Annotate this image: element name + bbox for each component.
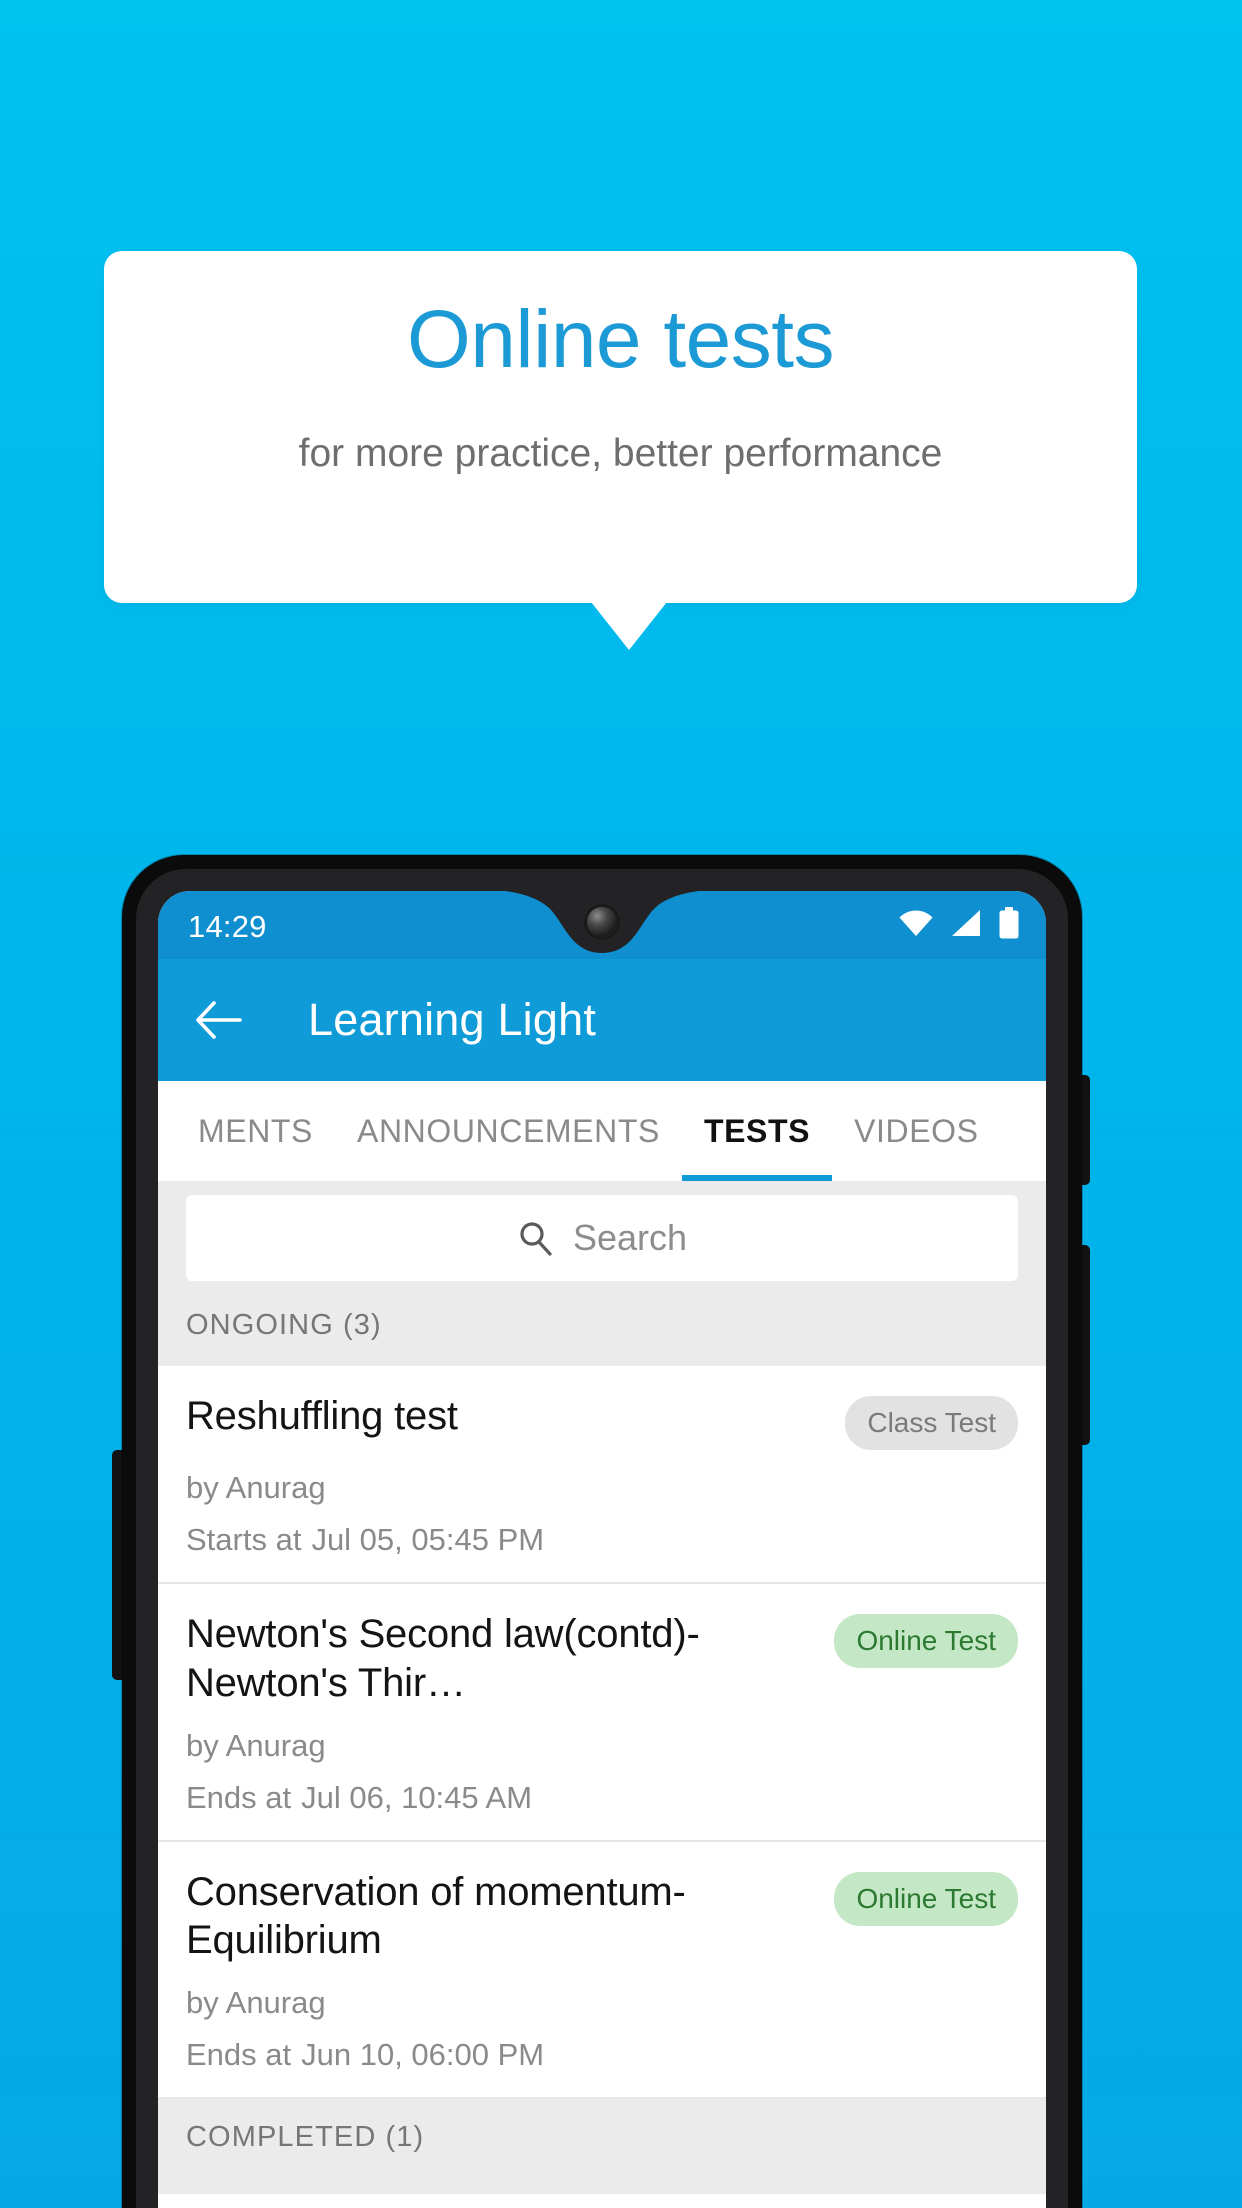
test-time-value: Jun 10, 06:00 PM	[301, 2037, 545, 2073]
promo-title: Online tests	[407, 294, 834, 385]
promo-screenshot: Online tests for more practice, better p…	[0, 0, 1242, 2208]
table-row[interactable]: Conservation of momentum-Equilibrium Onl…	[158, 1841, 1046, 2100]
test-author: by Anurag	[186, 1985, 326, 2021]
test-author: by Anurag	[186, 1727, 326, 1763]
app-bar: Learning Light	[158, 959, 1046, 1081]
test-time-value: Jul 05, 05:45 PM	[311, 1522, 545, 1557]
test-time-value: Jul 06, 10:45 AM	[301, 1779, 533, 1815]
test-title: Reshuffling test	[186, 1394, 458, 1438]
tab-announcements[interactable]: ANNOUNCEMENTS	[335, 1081, 682, 1181]
table-row[interactable]: Reshuffling test Class Test by Anurag St…	[158, 1366, 1046, 1584]
tab-tests[interactable]: TESTS	[681, 1081, 833, 1181]
test-time-label: Starts at	[186, 1522, 302, 1557]
promo-subtitle: for more practice, better performance	[298, 432, 943, 475]
search-container: Search	[158, 1181, 1046, 1299]
phone-device-frame: 14:29 Learning Light MENTS ANNOUNCEMENTS…	[122, 855, 1082, 2208]
status-badge: Class Test	[845, 1396, 1018, 1450]
table-row[interactable]: Newton's Second law(contd)-Newton's Thir…	[158, 1584, 1046, 1842]
test-title: Newton's Second law(contd)-Newton's Thir…	[186, 1612, 700, 1705]
status-time: 14:29	[188, 909, 267, 944]
status-badge: Online Test	[834, 1614, 1018, 1668]
search-icon	[520, 1222, 552, 1256]
back-arrow-icon[interactable]	[194, 997, 242, 1043]
test-row-top: Reshuffling test Class Test	[186, 1392, 1018, 1450]
battery-icon	[999, 907, 1019, 939]
tab-bar: MENTS ANNOUNCEMENTS TESTS VIDEOS	[158, 1081, 1046, 1181]
phone-screen: 14:29 Learning Light MENTS ANNOUNCEMENTS…	[158, 891, 1046, 2208]
test-time: Ends at Jul 06, 10:45 AM	[186, 1780, 1018, 1816]
front-camera-icon	[587, 907, 617, 937]
test-time-label: Ends at	[186, 1779, 292, 1815]
promo-card-tail	[591, 602, 667, 650]
status-icons	[898, 907, 1020, 939]
test-time: Ends at Jun 10, 06:00 PM	[186, 2037, 1018, 2073]
phone-bezel: 14:29 Learning Light MENTS ANNOUNCEMENTS…	[136, 869, 1068, 2208]
signal-icon	[952, 910, 980, 936]
test-title: Conservation of momentum-Equilibrium	[186, 1869, 686, 1963]
section-header-ongoing: ONGOING (3)	[158, 1299, 1046, 1366]
test-time: Starts at Jul 05, 05:45 PM	[186, 1522, 1018, 1558]
tab-videos[interactable]: VIDEOS	[832, 1081, 1001, 1181]
promo-card: Online tests for more practice, better p…	[104, 251, 1137, 603]
test-author: by Anurag	[186, 1470, 326, 1505]
tab-ments[interactable]: MENTS	[176, 1081, 335, 1181]
search-input[interactable]: Search	[186, 1195, 1018, 1281]
wifi-icon	[899, 910, 933, 936]
status-badge: Online Test	[834, 1871, 1018, 1926]
test-time-label: Ends at	[186, 2037, 292, 2073]
section-header-completed: COMPLETED (1)	[158, 2099, 1046, 2195]
test-row-top: Newton's Second law(contd)-Newton's Thir…	[186, 1610, 1018, 1708]
test-row-top: Conservation of momentum-Equilibrium Onl…	[186, 1868, 1018, 1966]
app-bar-title: Learning Light	[308, 994, 597, 1045]
search-placeholder: Search	[572, 1217, 688, 1258]
